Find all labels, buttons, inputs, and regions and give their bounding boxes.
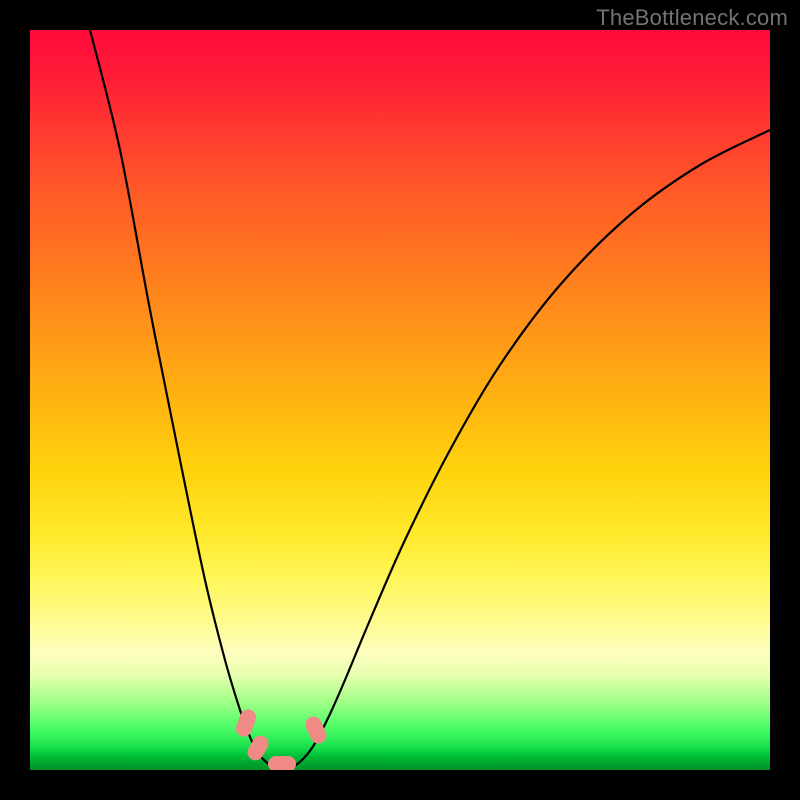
- curve-layer: [30, 30, 770, 770]
- cluster-right: [303, 714, 329, 746]
- plot-area: [30, 30, 770, 770]
- attribution-label: TheBottleneck.com: [596, 5, 788, 31]
- cluster-bottom: [268, 756, 296, 770]
- bottleneck-curve: [90, 30, 770, 770]
- cluster-left-upper: [234, 707, 259, 739]
- marker-group: [234, 707, 329, 770]
- chart-frame: TheBottleneck.com: [0, 0, 800, 800]
- cluster-left-lower: [245, 733, 272, 764]
